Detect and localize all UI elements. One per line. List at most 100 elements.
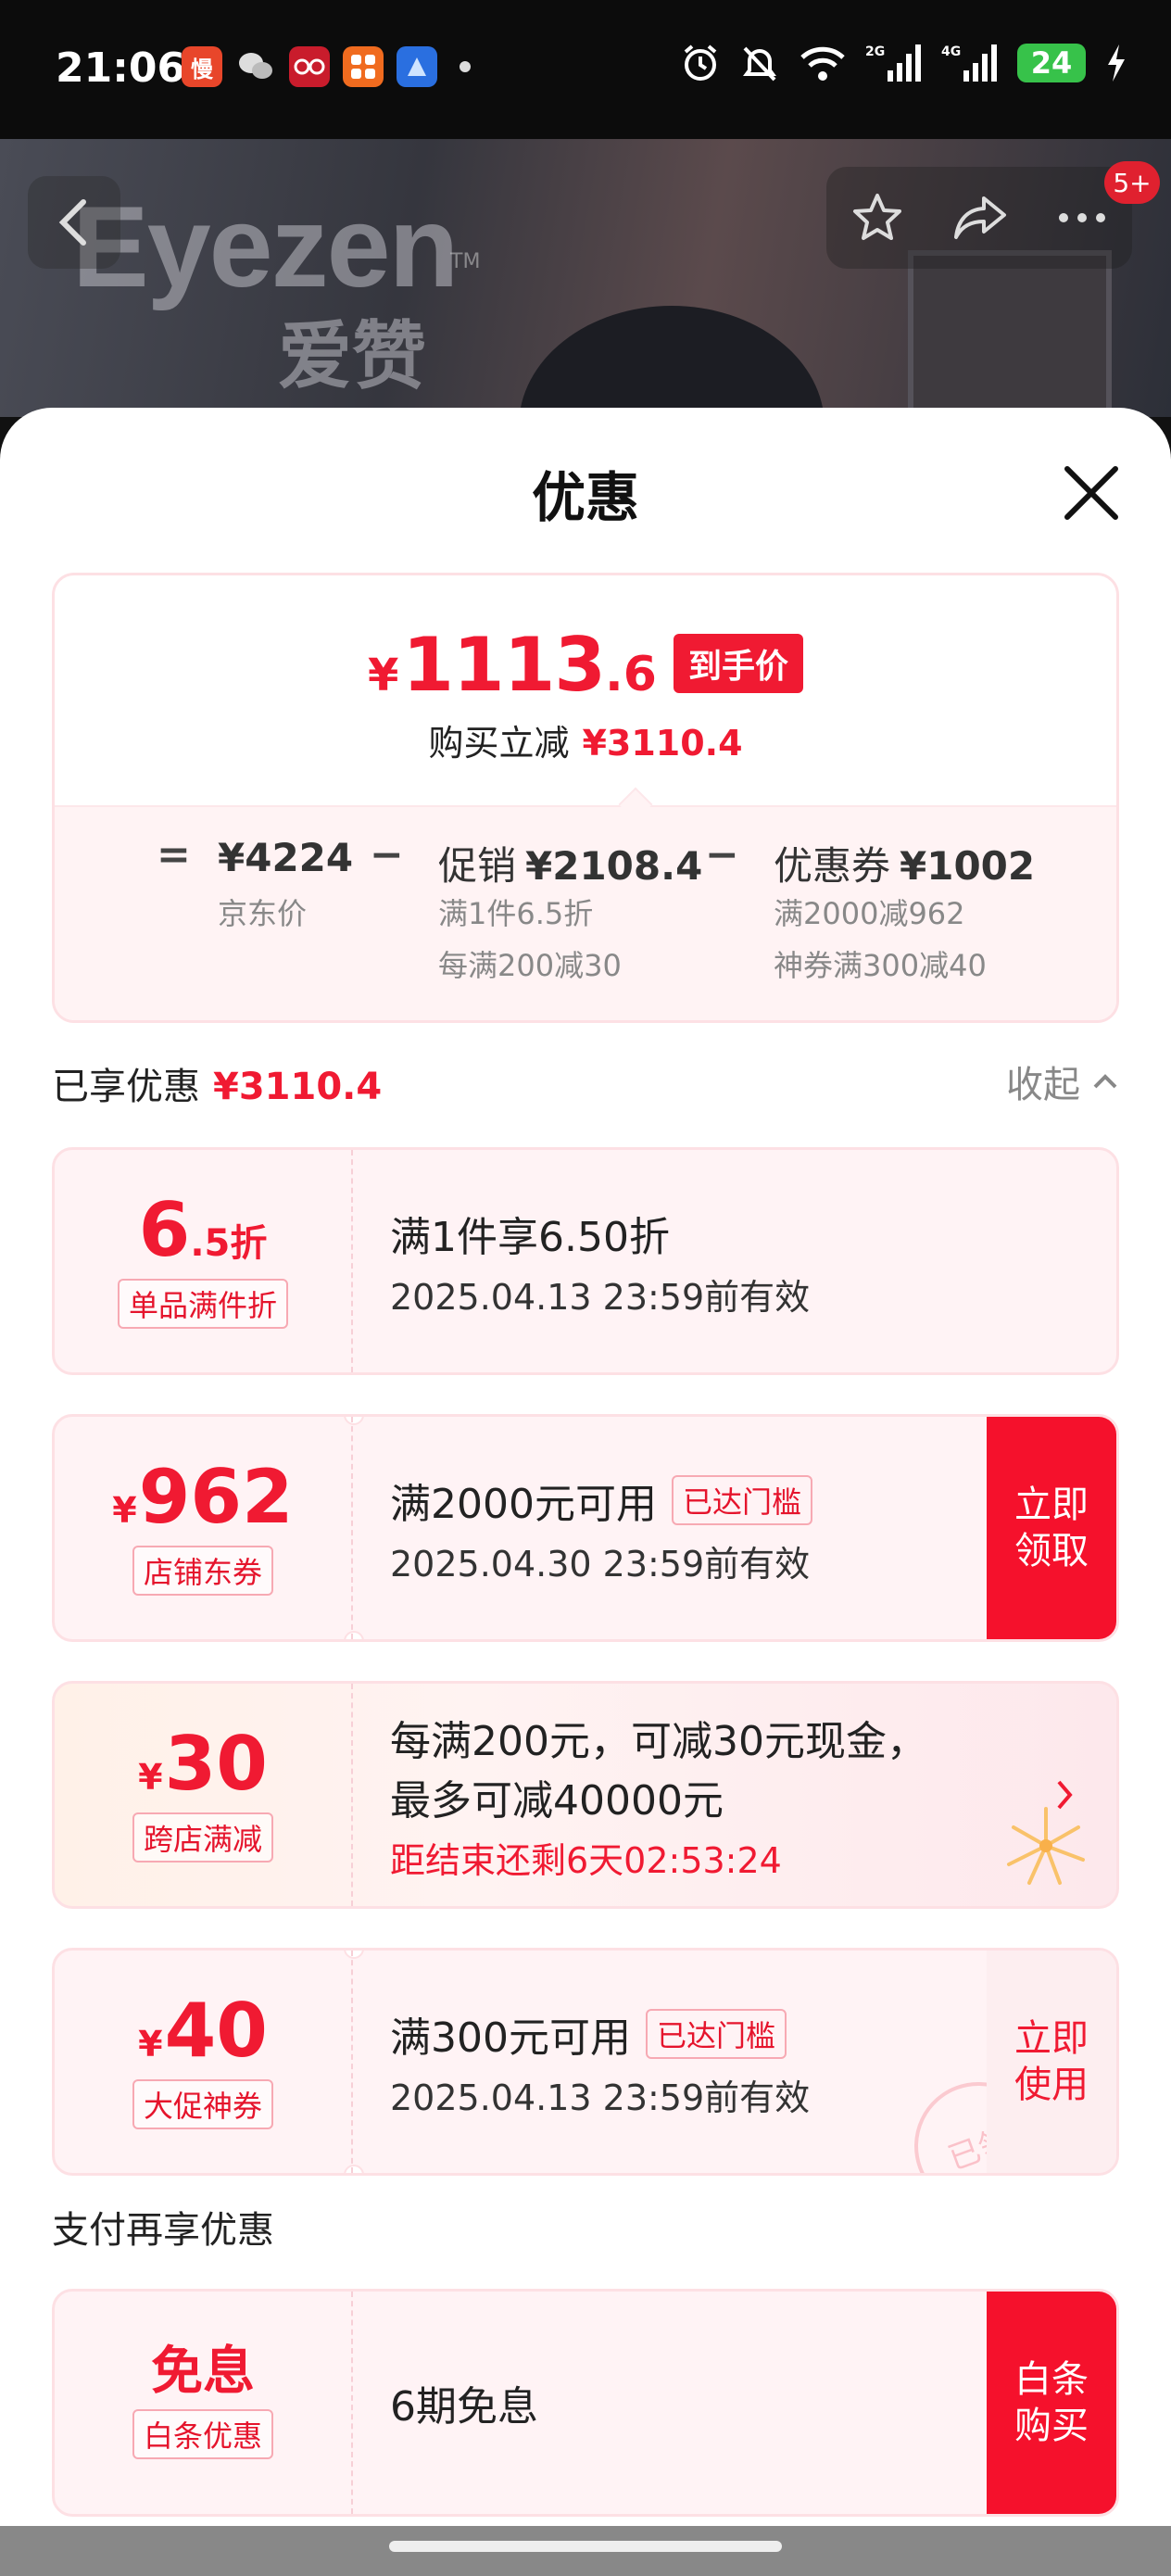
model-silhouette [519,306,825,417]
payment-card-interest-free[interactable]: 免息 白条优惠 6期免息 白条 购买 [52,2289,1119,2517]
coupon-line: 神券满300减40 [774,948,987,983]
final-price-row: ¥ 1113 .6 到手价 [55,622,1116,708]
coupon-amount-row: 优惠券 ¥1002 [774,835,1035,891]
final-price-area: ¥ 1113 .6 到手价 购买立减 ¥3110.4 [55,575,1116,805]
brand-logo-en: Eyezen [72,183,459,311]
minus-sign: − [370,831,404,878]
discount-sheet: 优惠 ¥ 1113 .6 到手价 购买立减 ¥3110.4 = ¥4224 京东价… [0,408,1171,2576]
final-price: ¥ 1113 .6 [368,622,657,708]
coupon-type-tag: 店铺东券 [132,1546,273,1596]
coupon-title: 满2000元可用 [390,1480,657,1528]
sogou-icon: 慢 [182,46,222,87]
close-icon[interactable] [1058,460,1125,526]
battery-level: 24 [1017,44,1086,82]
charging-icon [1108,44,1125,82]
payment-section-header: 支付再享优惠 [52,2209,274,2252]
coupon-title-row: 满2000元可用 已达门槛 [390,1471,812,1530]
baitiao-buy-button[interactable]: 白条 购买 [987,2292,1116,2514]
gesture-handle[interactable] [389,2541,782,2552]
save-amount: ¥3110.4 [582,723,743,764]
coupon-value-big: 40 [164,1988,268,2074]
brand-logo-cn: 爱赞 [278,313,426,399]
coupon-title: 满300元可用 [390,2014,631,2062]
coupon-label: 优惠券 [774,843,891,889]
coupon-type-tag: 大促神券 [132,2079,273,2129]
message-count-badge: 5+ [1104,161,1160,204]
mute-icon [743,46,776,82]
minus-sign: − [705,831,739,878]
button-line: 立即 [1014,1484,1089,1526]
coupon-value: ¥ 40 [138,1994,268,2068]
coupon-value-big: 6 [138,1187,191,1273]
notification-icons: 慢 [182,46,471,87]
coupon-card-store[interactable]: ¥ 962 店铺东券 满2000元可用 已达门槛 2025.04.30 23:5… [52,1414,1119,1642]
back-button[interactable] [28,176,120,269]
jd-price-label: 京东价 [218,896,308,931]
use-coupon-button[interactable]: 立即 使用 [987,1951,1116,2173]
share-icon[interactable] [952,191,1008,245]
save-label: 购买立减 [428,723,570,764]
coupon-value-area: ¥ 962 店铺东券 [55,1417,353,1639]
header-actions [826,167,1132,269]
coupon-value: 6 .5折 [139,1193,268,1268]
coupon-currency: ¥ [138,2024,163,2065]
product-banner: Eyezen TM 爱赞 5+ [0,139,1171,417]
payment-value-text: 免息 [151,2342,255,2402]
countdown-timer: 距结束还剩6天02:53:24 [390,1839,782,1881]
promo-label: 促销 [438,843,517,889]
promo-line: 每满200减30 [438,948,622,983]
back-arrow-icon [58,199,86,246]
button-line: 立即 [1014,2017,1089,2060]
threshold-met-badge: 已达门槛 [671,1474,812,1525]
final-price-currency: ¥ [367,650,399,701]
final-price-tag: 到手价 [673,634,803,693]
collapse-button[interactable]: 收起 [1006,1054,1119,1108]
signal-2g-icon: 2G [865,44,921,82]
payment-title: 6期免息 [390,2383,538,2431]
collapse-label: 收起 [1006,1064,1080,1106]
coupon-info: 满1件享6.50折 2025.04.13 23:59前有效 [390,1150,810,1372]
coupon-validity: 2025.04.13 23:59前有效 [390,1276,811,1318]
wechat-icon [235,46,276,87]
coupon-card-cross-store[interactable]: ¥ 30 跨店满减 每满200元，可减30元现金， 最多可减40000元 距结束… [52,1681,1119,1909]
promo-line: 满1件6.5折 [438,896,594,931]
coupon-title: 满1件享6.50折 [390,1213,670,1261]
taobao-icon [343,46,384,87]
button-line: 使用 [1014,2064,1089,2106]
more-icon[interactable] [1056,208,1108,227]
button-line: 购买 [1014,2405,1089,2447]
wifi-icon [800,46,845,81]
button-line: 白条 [1014,2358,1089,2401]
enjoyed-amount: ¥3110.4 [213,1066,383,1108]
coupon-card-discount[interactable]: 6 .5折 单品满件折 满1件享6.50折 2025.04.13 23:59前有… [52,1147,1119,1375]
signal-4g-icon: 4G [941,44,997,82]
payment-value-area: 免息 白条优惠 [55,2292,353,2514]
coupon-title-row: 满300元可用 已达门槛 [390,2004,810,2064]
promo-amount-row: 促销 ¥2108.4 [438,835,702,891]
system-icons: 2G 4G 24 [680,43,1128,83]
payment-info: 6期免息 [390,2292,538,2514]
favorite-star-icon[interactable] [850,191,904,245]
chevron-right-icon[interactable] [1053,1776,1076,1813]
coupon-value-big: 30 [164,1721,268,1807]
coupon-info: 每满200元，可减30元现金， 最多可减40000元 距结束还剩6天02:53:… [390,1684,927,1906]
network-4g-label: 4G [941,44,961,59]
final-price-decimal: .6 [605,647,657,702]
coupon-amount: ¥1002 [900,843,1036,889]
sheet-title: 优惠 [531,466,639,529]
background-frame [908,250,1112,417]
more-notifications-dot [460,61,471,72]
coupon-card-promo[interactable]: ¥ 40 大促神券 满300元可用 已达门槛 2025.04.13 23:59前… [52,1948,1119,2176]
browser-icon [397,46,437,87]
claim-coupon-button[interactable]: 立即 领取 [987,1417,1116,1639]
payment-value: 免息 [151,2346,255,2398]
coupon-value-area: ¥ 40 大促神券 [55,1951,353,2173]
coupon-value: ¥ 962 [112,1460,293,1534]
enjoyed-label: 已享优惠 [52,1066,200,1108]
coupon-title-line: 最多可减40000元 [390,1776,724,1825]
sparkle-decoration-icon [1007,1807,1085,1885]
button-line: 领取 [1014,1530,1089,1572]
promo-amount: ¥2108.4 [525,843,703,889]
tmall-icon [289,46,330,87]
equals-sign: = [157,831,191,878]
